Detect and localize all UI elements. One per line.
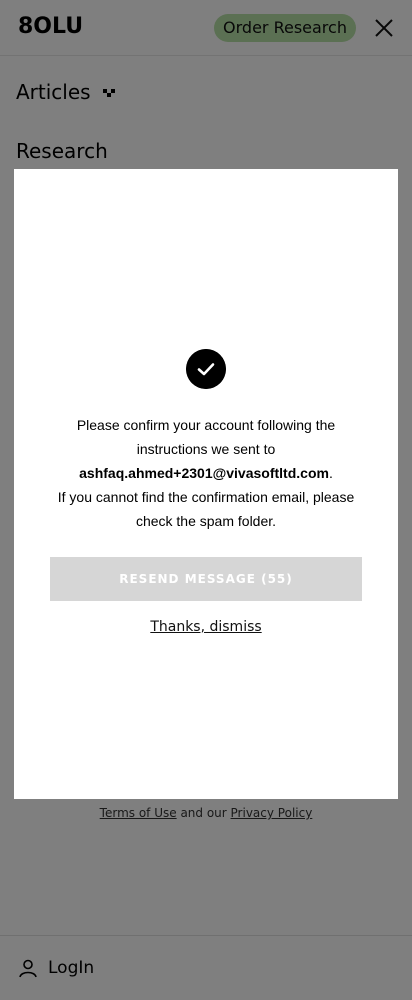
- message-line-1: Please confirm your account following th…: [76, 417, 336, 433]
- email-suffix: .: [328, 465, 333, 481]
- confirmation-message: Please confirm your account following th…: [14, 413, 398, 533]
- email-line: ashfaq.ahmed+2301@vivasoftltd.com.: [14, 461, 398, 485]
- message-line-2: instructions we sent to: [136, 441, 276, 457]
- dismiss-link[interactable]: Thanks, dismiss: [14, 619, 398, 635]
- email-address: ashfaq.ahmed+2301@vivasoftltd.com: [79, 465, 329, 481]
- message-line-4: check the spam folder.: [135, 513, 277, 529]
- message-line-3: If you cannot find the confirmation emai…: [57, 489, 355, 505]
- resend-message-button[interactable]: RESEND MESSAGE (55): [50, 557, 362, 601]
- confirmation-modal: Please confirm your account following th…: [14, 169, 398, 799]
- checkmark-icon: [186, 349, 226, 389]
